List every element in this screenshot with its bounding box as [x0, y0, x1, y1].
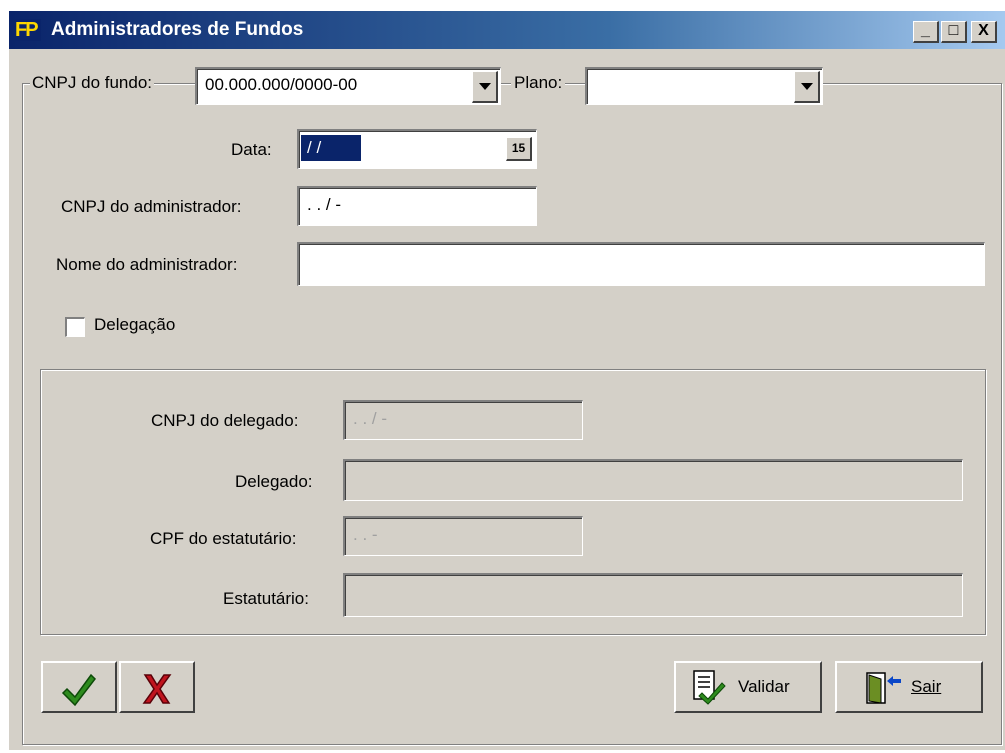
minimize-button[interactable]: _: [913, 21, 939, 43]
data-label: Data:: [231, 140, 272, 159]
cnpj-admin-label: CNPJ do administrador:: [61, 197, 242, 216]
sair-button[interactable]: Sair: [835, 661, 983, 713]
x-icon: [142, 674, 172, 704]
plano-label: Plano:: [511, 73, 566, 93]
window-title: Administradores de Fundos: [51, 19, 304, 40]
delegacao-checkbox[interactable]: [65, 317, 85, 337]
nome-admin-input[interactable]: [297, 242, 985, 286]
data-value: / /: [301, 135, 361, 161]
estatutario-label: Estatutário:: [223, 589, 309, 608]
cpf-estatutario-label: CPF do estatutário:: [150, 529, 297, 548]
cnpj-fundo-label: CNPJ do fundo:: [30, 73, 155, 93]
cpf-estatutario-input[interactable]: . . -: [343, 516, 583, 556]
nome-admin-label: Nome do administrador:: [56, 255, 238, 274]
plano-dropdown[interactable]: [585, 67, 823, 105]
cancel-button[interactable]: [119, 661, 195, 713]
data-input[interactable]: / / 15: [297, 129, 537, 169]
cnpj-fundo-dropdown-arrow[interactable]: [472, 71, 498, 103]
confirm-button[interactable]: [41, 661, 117, 713]
cnpj-admin-input[interactable]: . . / -: [297, 186, 537, 226]
cnpj-delegado-input[interactable]: . . / -: [343, 400, 583, 440]
maximize-button[interactable]: □: [941, 21, 967, 43]
app-logo-icon: FP: [15, 19, 41, 41]
main-window: FP Administradores de Fundos _ □ X CNPJ …: [8, 10, 1005, 750]
checkmark-icon: [61, 673, 96, 707]
cnpj-fundo-dropdown[interactable]: 00.000.000/0000-00: [195, 67, 501, 105]
calendar-icon[interactable]: 15: [506, 137, 532, 161]
cnpj-delegado-label: CNPJ do delegado:: [151, 411, 299, 430]
delegacao-label[interactable]: Delegação: [94, 315, 175, 335]
estatutario-input[interactable]: [343, 573, 963, 617]
sair-label: Sair: [911, 677, 942, 696]
exit-door-icon: [866, 672, 901, 704]
delegado-label: Delegado:: [235, 472, 313, 491]
cnpj-fundo-value: 00.000.000/0000-00: [205, 75, 358, 94]
validar-label: Validar: [738, 677, 790, 696]
close-button[interactable]: X: [971, 21, 997, 43]
validate-document-icon: [693, 670, 726, 705]
title-bar[interactable]: FP Administradores de Fundos _ □ X: [9, 11, 1005, 49]
delegado-input[interactable]: [343, 459, 963, 501]
plano-dropdown-arrow[interactable]: [794, 71, 820, 103]
validar-button[interactable]: Validar: [674, 661, 822, 713]
